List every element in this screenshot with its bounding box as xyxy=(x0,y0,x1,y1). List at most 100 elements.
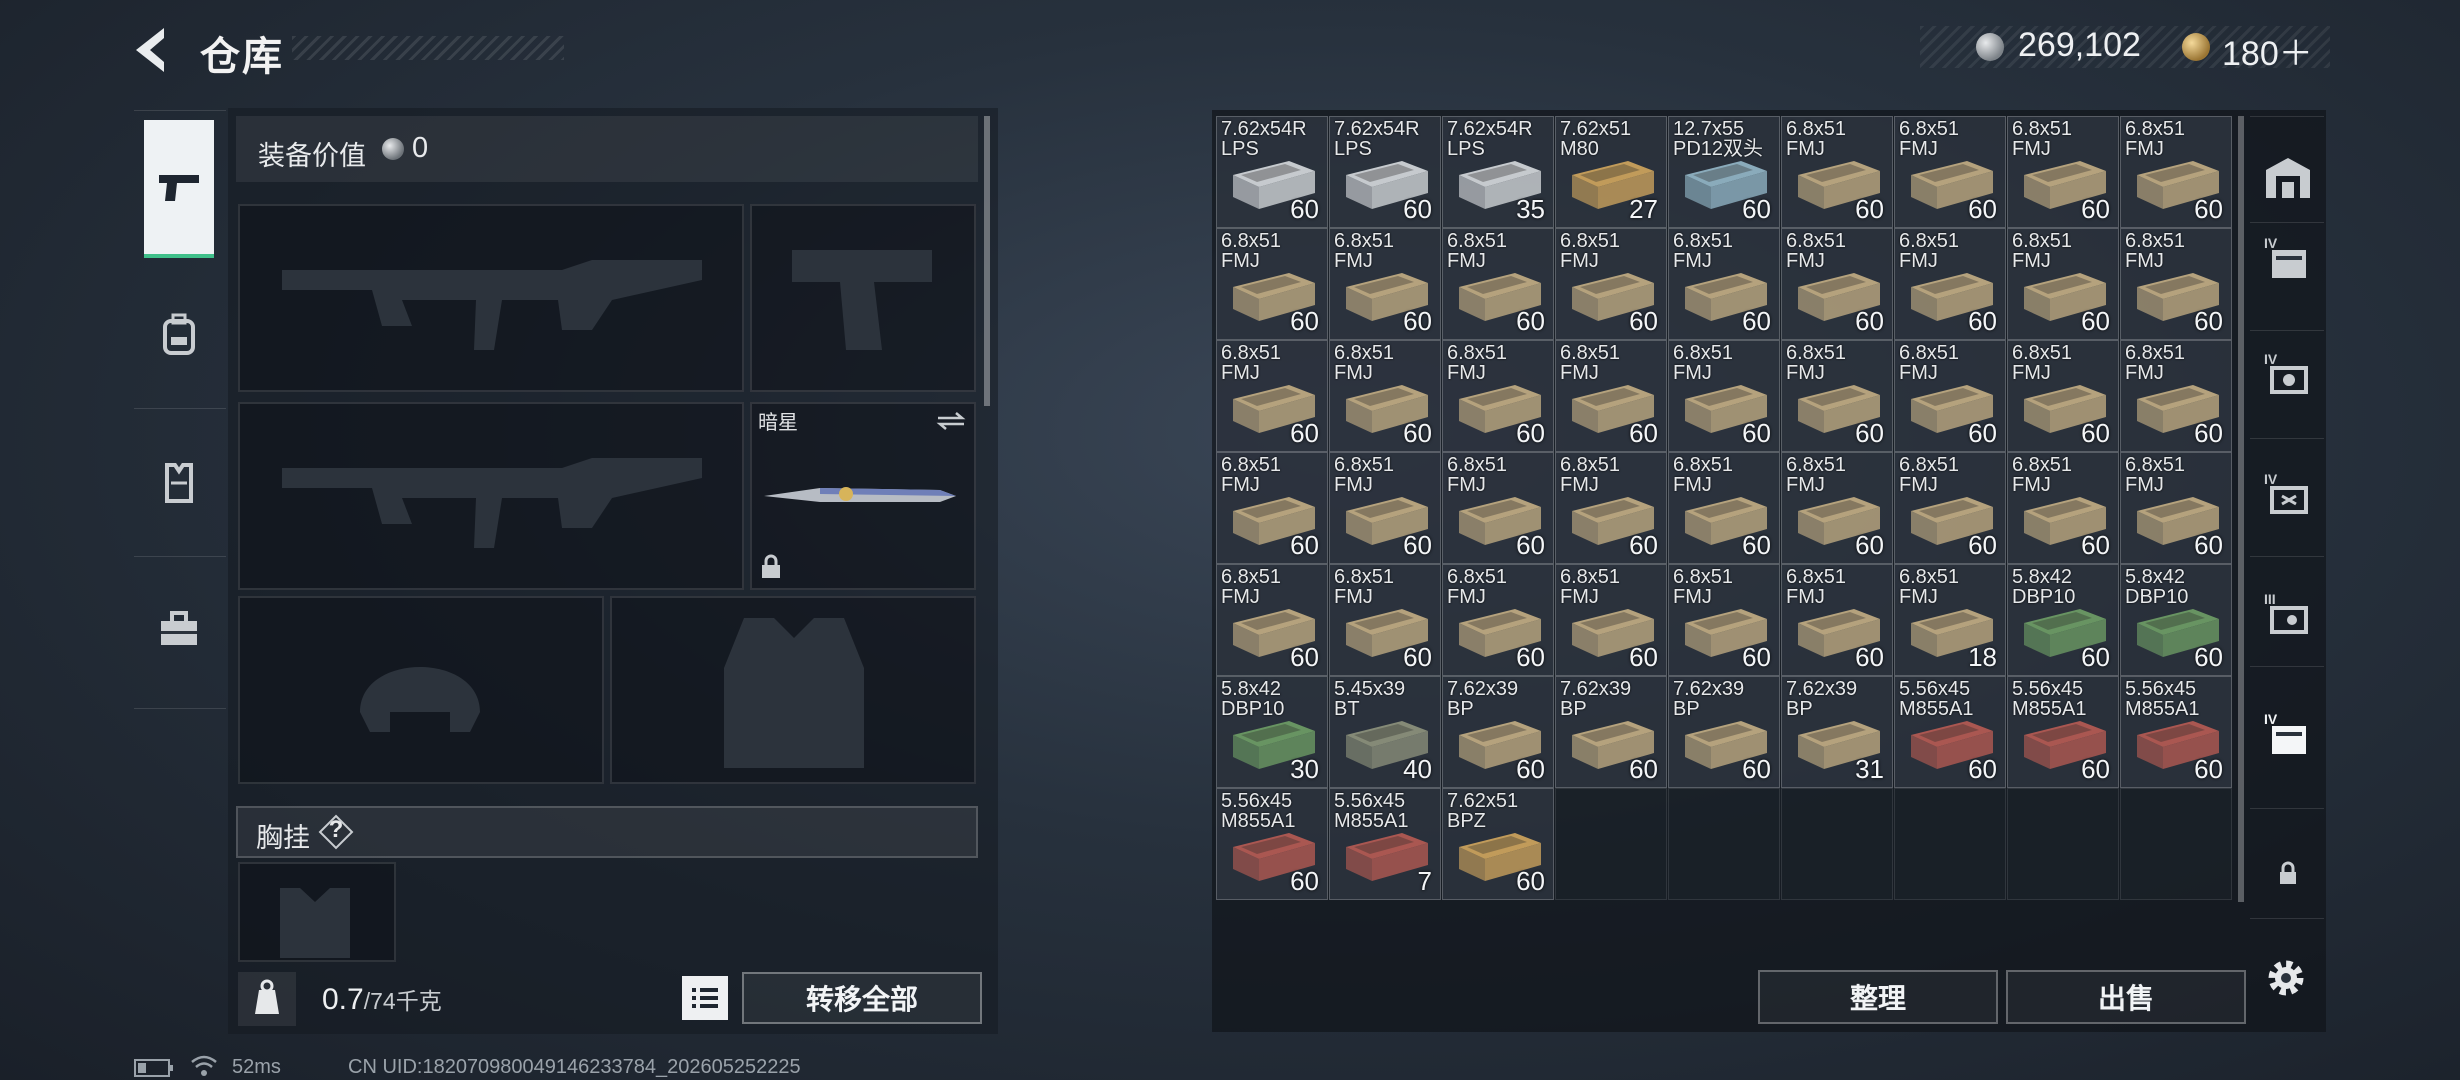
ammo-item[interactable]: 6.8x51 FMJ 60 xyxy=(1329,452,1441,564)
ammo-item[interactable]: 7.62x39 BP 60 xyxy=(1442,676,1554,788)
sidearm-slot[interactable] xyxy=(750,204,976,392)
ammo-item[interactable]: 7.62x39 BP 60 xyxy=(1668,676,1780,788)
ammo-item[interactable]: 6.8x51 FMJ 60 xyxy=(1555,452,1667,564)
back-arrow-icon[interactable] xyxy=(128,22,178,78)
ammo-item[interactable]: 6.8x51 FMJ 60 xyxy=(2120,340,2232,452)
ammo-item[interactable]: 6.8x51 FMJ 60 xyxy=(1781,228,1893,340)
ammo-label: 6.8x51 FMJ xyxy=(1221,566,1282,608)
ammo-item[interactable]: 5.8x42 DBP10 60 xyxy=(2007,564,2119,676)
ammo-item[interactable]: 6.8x51 FMJ 60 xyxy=(1668,452,1780,564)
chest-rig-label: 胸挂 xyxy=(256,823,310,853)
ammo-item[interactable]: 6.8x51 FMJ 60 xyxy=(2007,116,2119,228)
ammo-item[interactable]: 5.56x45 M855A1 60 xyxy=(1216,788,1328,900)
organize-button[interactable]: 整理 xyxy=(1758,970,1998,1024)
ammo-item[interactable]: 6.8x51 FMJ 60 xyxy=(2007,340,2119,452)
storage-scrollbar[interactable] xyxy=(2238,116,2244,902)
tab-weapons[interactable] xyxy=(144,120,214,258)
empty-slot[interactable] xyxy=(1894,788,2006,900)
ammo-label: 7.62x39 BP xyxy=(1560,678,1632,720)
ammo-item[interactable]: 6.8x51 FMJ 60 xyxy=(1555,564,1667,676)
ammo-item[interactable]: 6.8x51 FMJ 60 xyxy=(1329,564,1441,676)
ammo-item[interactable]: 7.62x54R LPS 60 xyxy=(1329,116,1441,228)
ammo-item[interactable]: 5.56x45 M855A1 60 xyxy=(2007,676,2119,788)
ammo-item[interactable]: 7.62x54R LPS 35 xyxy=(1442,116,1554,228)
ammo-count: 60 xyxy=(1855,418,1884,448)
primary-weapon-slot[interactable] xyxy=(238,204,744,392)
ammo-item[interactable]: 6.8x51 FMJ 60 xyxy=(2007,452,2119,564)
ammo-item[interactable]: 5.56x45 M855A1 60 xyxy=(1894,676,2006,788)
ammo-item[interactable]: 7.62x51 BPZ 60 xyxy=(1442,788,1554,900)
storage-tier-4-icon[interactable]: IV xyxy=(2262,234,2314,286)
ammo-item[interactable]: 7.62x54R LPS 60 xyxy=(1216,116,1328,228)
storage-grid: 7.62x54R LPS 60 7.62x54R LPS 60 7.62x54R LPS… xyxy=(1216,116,2232,958)
body-armor-slot[interactable] xyxy=(610,596,976,784)
ammo-item[interactable]: 7.62x39 BP 60 xyxy=(1555,676,1667,788)
ammo-item[interactable]: 6.8x51 FMJ 60 xyxy=(1216,228,1328,340)
ammo-item[interactable]: 6.8x51 FMJ 60 xyxy=(1894,116,2006,228)
ammo-item[interactable]: 6.8x51 FMJ 60 xyxy=(1442,564,1554,676)
transfer-all-button[interactable]: 转移全部 xyxy=(742,972,982,1024)
ammo-item[interactable]: 5.8x42 DBP10 60 xyxy=(2120,564,2232,676)
ammo-item[interactable]: 6.8x51 FMJ 60 xyxy=(1781,340,1893,452)
swap-icon[interactable] xyxy=(936,412,966,430)
loadout-scrollbar[interactable] xyxy=(984,116,990,406)
ammo-item[interactable]: 6.8x51 FMJ 60 xyxy=(1781,452,1893,564)
ammo-item[interactable]: 6.8x51 FMJ 60 xyxy=(1894,340,2006,452)
chest-rig-slot[interactable] xyxy=(238,862,396,962)
empty-slot[interactable] xyxy=(2007,788,2119,900)
ammo-item[interactable]: 5.56x45 M855A1 60 xyxy=(2120,676,2232,788)
ammo-item[interactable]: 6.8x51 FMJ 60 xyxy=(1668,228,1780,340)
tab-armor[interactable] xyxy=(144,448,214,518)
ammo-item[interactable]: 6.8x51 FMJ 60 xyxy=(1894,228,2006,340)
tab-backpack[interactable] xyxy=(144,300,214,370)
empty-slot[interactable] xyxy=(1668,788,1780,900)
ammo-item[interactable]: 6.8x51 FMJ 60 xyxy=(2007,228,2119,340)
gold-amount[interactable]: 180＋ xyxy=(2222,26,2313,75)
ammo-item[interactable]: 5.56x45 M855A1 7 xyxy=(1329,788,1441,900)
ammo-item[interactable]: 6.8x51 FMJ 60 xyxy=(1329,340,1441,452)
empty-slot[interactable] xyxy=(1555,788,1667,900)
ammo-item[interactable]: 6.8x51 FMJ 60 xyxy=(1216,564,1328,676)
ammo-count: 7 xyxy=(1417,866,1432,896)
ammo-item[interactable]: 7.62x39 BP 31 xyxy=(1781,676,1893,788)
list-view-button[interactable] xyxy=(682,976,728,1020)
ammo-count: 60 xyxy=(1968,754,1997,784)
ammo-label: 6.8x51 FMJ xyxy=(1899,342,1960,384)
ammo-item[interactable]: 6.8x51 FMJ 60 xyxy=(1442,452,1554,564)
ammo-item[interactable]: 6.8x51 FMJ 60 xyxy=(1216,452,1328,564)
ammo-item[interactable]: 6.8x51 FMJ 18 xyxy=(1894,564,2006,676)
ammo-item[interactable]: 6.8x51 FMJ 60 xyxy=(1668,564,1780,676)
ammo-item[interactable]: 6.8x51 FMJ 60 xyxy=(2120,116,2232,228)
ammo-count: 60 xyxy=(2081,530,2110,560)
helmet-slot[interactable] xyxy=(238,596,604,784)
storage-tier-3-icon[interactable]: III xyxy=(2262,590,2314,642)
ammo-item[interactable]: 6.8x51 FMJ 60 xyxy=(1555,228,1667,340)
secondary-weapon-slot[interactable] xyxy=(238,402,744,590)
sell-button[interactable]: 出售 xyxy=(2006,970,2246,1024)
ammo-item[interactable]: 5.45x39 BT 40 xyxy=(1329,676,1441,788)
settings-gear-icon[interactable] xyxy=(2260,952,2312,1004)
storage-tier-4-icon[interactable]: IV xyxy=(2262,350,2314,402)
ammo-item[interactable]: 7.62x51 M80 27 xyxy=(1555,116,1667,228)
ammo-item[interactable]: 6.8x51 FMJ 60 xyxy=(1781,116,1893,228)
ammo-item[interactable]: 6.8x51 FMJ 60 xyxy=(2120,452,2232,564)
storage-tier-4-active-icon[interactable]: IV xyxy=(2262,710,2314,762)
ammo-label: 5.56x45 M855A1 xyxy=(2125,678,2200,720)
ammo-item[interactable]: 6.8x51 FMJ 60 xyxy=(1668,340,1780,452)
ammo-item[interactable]: 6.8x51 FMJ 60 xyxy=(1329,228,1441,340)
ammo-item[interactable]: 6.8x51 FMJ 60 xyxy=(1442,340,1554,452)
ammo-item[interactable]: 12.7x55 PD12双头 60 xyxy=(1668,116,1780,228)
ammo-item[interactable]: 6.8x51 FMJ 60 xyxy=(2120,228,2232,340)
ammo-label: 5.56x45 M855A1 xyxy=(1899,678,1974,720)
ammo-item[interactable]: 6.8x51 FMJ 60 xyxy=(1894,452,2006,564)
tab-case[interactable] xyxy=(144,594,214,664)
storage-tier-4-icon[interactable]: IV xyxy=(2262,470,2314,522)
ammo-item[interactable]: 6.8x51 FMJ 60 xyxy=(1781,564,1893,676)
ammo-item[interactable]: 6.8x51 FMJ 60 xyxy=(1442,228,1554,340)
empty-slot[interactable] xyxy=(2120,788,2232,900)
ammo-item[interactable]: 6.8x51 FMJ 60 xyxy=(1216,340,1328,452)
ammo-item[interactable]: 6.8x51 FMJ 60 xyxy=(1555,340,1667,452)
warehouse-icon[interactable] xyxy=(2262,152,2314,204)
ammo-item[interactable]: 5.8x42 DBP10 30 xyxy=(1216,676,1328,788)
empty-slot[interactable] xyxy=(1781,788,1893,900)
